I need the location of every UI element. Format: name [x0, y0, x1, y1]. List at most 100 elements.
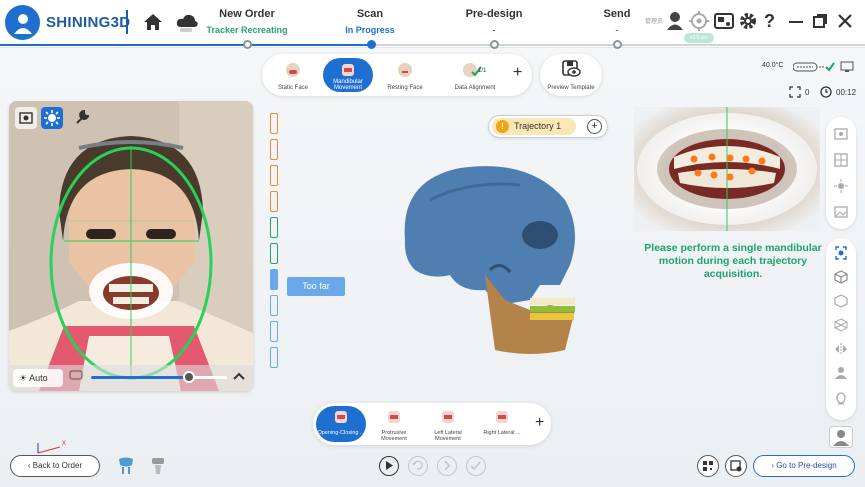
go-to-pre-design-button[interactable]: › Go to Pre-design	[753, 455, 855, 477]
intraoral-camera-view	[634, 107, 820, 231]
calibration-icon[interactable]	[689, 11, 709, 33]
step-dot-pre-design	[490, 40, 499, 49]
trajectory-selector[interactable]: ! Trajectory 1 +	[488, 115, 608, 138]
timer: 00:12	[836, 88, 857, 97]
wrench-icon[interactable]	[71, 107, 93, 129]
step-new-order[interactable]: New Order Tracker Recreating	[192, 8, 302, 35]
confirm-button[interactable]	[466, 456, 486, 476]
add-trajectory-button[interactable]: +	[587, 119, 602, 134]
alignment-count: 1/1	[478, 68, 487, 74]
gear-icon[interactable]	[738, 11, 758, 33]
mirror-icon[interactable]	[834, 342, 848, 356]
step-scan[interactable]: Scan In Progress	[315, 8, 425, 35]
exposure-slider[interactable]	[91, 371, 227, 383]
motion-left-lateral[interactable]: Left Lateral Movement	[423, 406, 473, 442]
preview-icon	[562, 60, 581, 77]
preview-label: Preview Template	[547, 85, 595, 91]
camera-view: ☀ Auto	[9, 101, 253, 391]
mesh-icon[interactable]	[834, 318, 848, 332]
step-status: -	[615, 25, 619, 35]
settings-grid-button[interactable]	[725, 455, 747, 477]
avatar[interactable]	[829, 426, 853, 448]
step-status: Tracker Recreating	[206, 25, 288, 35]
version-badge: v3.0.xxx	[684, 33, 714, 43]
tool-mandibular-movement[interactable]: Mandibular Movement	[323, 58, 373, 92]
mouth-camera-image	[634, 107, 820, 231]
warning-icon: !	[496, 120, 509, 133]
snapshot-button[interactable]	[15, 107, 37, 129]
location-icon[interactable]	[834, 392, 848, 406]
light-icon[interactable]	[834, 179, 848, 193]
distance-bar	[270, 243, 278, 264]
scan-mode-toolbar: Static Face Mandibular Movement Resting …	[262, 54, 532, 96]
tool-static-face[interactable]: Static Face	[268, 58, 318, 92]
trajectory-label: Trajectory 1	[514, 121, 562, 131]
next-label: Go to Pre-design	[776, 461, 837, 470]
motion-protrusive[interactable]: Protrusive Movement	[369, 406, 419, 442]
tool-resting-face[interactable]: Resting Face	[380, 58, 430, 92]
exposure-slider-fill	[91, 376, 189, 379]
right-toolbar-top	[826, 117, 856, 229]
brand-name: SHINING3D	[46, 14, 131, 31]
distance-bar	[270, 191, 278, 212]
help-icon[interactable]: ?	[764, 11, 775, 33]
play-button[interactable]	[379, 456, 399, 476]
distance-bar	[270, 165, 278, 186]
axis-x-label: X	[62, 441, 67, 447]
restore-icon[interactable]	[812, 11, 828, 33]
temperature-readout: 40.0°C	[762, 62, 784, 69]
distance-bar	[270, 269, 278, 290]
image-icon[interactable]	[834, 205, 848, 219]
capture-count-icon	[789, 86, 801, 101]
add-motion-button[interactable]: +	[535, 414, 544, 432]
auto-exposure-button[interactable]: ☀ Auto	[13, 369, 63, 387]
tooth-scan-icon[interactable]	[117, 456, 135, 479]
clock-icon	[820, 86, 832, 101]
logo-divider	[126, 10, 128, 34]
brightness-button[interactable]	[41, 107, 63, 129]
motion-right-lateral[interactable]: Right Lateral ...	[477, 406, 527, 442]
preview-template-button[interactable]: Preview Template	[540, 54, 602, 96]
distance-bar	[270, 217, 278, 238]
step-title: Pre-design	[465, 8, 523, 20]
distance-hint: Too far	[287, 277, 345, 296]
step-pre-design[interactable]: Pre-design -	[439, 8, 549, 35]
trajectory-tab-1[interactable]: ! Trajectory 1	[492, 118, 576, 135]
add-tool-button[interactable]: +	[513, 64, 522, 82]
home-icon[interactable]	[142, 11, 164, 33]
progress-fill	[0, 44, 372, 46]
capture-count: 0	[805, 88, 810, 97]
step-status: In Progress	[345, 25, 395, 35]
tool-data-alignment[interactable]: Data Alignment	[445, 58, 505, 92]
cube-icon[interactable]	[834, 270, 848, 284]
scan-head-icon[interactable]	[834, 246, 848, 260]
motion-label: Right Lateral ...	[483, 430, 521, 436]
face-camera-image	[9, 101, 253, 391]
qr-code-button[interactable]	[697, 455, 719, 477]
step-title: New Order	[219, 8, 275, 20]
skull-model[interactable]	[390, 160, 590, 360]
screen-record-icon[interactable]	[714, 11, 734, 33]
exposure-slider-handle[interactable]	[182, 371, 195, 383]
chevron-up-icon[interactable]	[233, 371, 245, 384]
tool-label: Resting Face	[387, 85, 423, 91]
motion-opening-closing[interactable]: Opening-Closing ...	[316, 406, 366, 442]
distance-bar	[270, 113, 278, 134]
face-view-icon[interactable]	[834, 127, 848, 141]
user-icon[interactable]	[666, 11, 684, 33]
grid-settings-icon	[730, 460, 742, 472]
motion-label: Left Lateral Movement	[434, 430, 462, 442]
right-toolbar-bottom	[826, 238, 856, 420]
cube-outline-icon[interactable]	[834, 294, 848, 308]
minimize-icon[interactable]	[788, 11, 804, 33]
next-step-button[interactable]	[437, 456, 457, 476]
distance-bar	[270, 347, 278, 368]
step-dot-new-order	[243, 40, 252, 49]
person-icon[interactable]	[834, 366, 848, 380]
grid-view-icon[interactable]	[834, 153, 848, 167]
device-status-icon	[792, 61, 855, 76]
undo-button[interactable]	[408, 456, 428, 476]
back-to-order-button[interactable]: ‹ Back to Order	[10, 455, 100, 477]
implant-icon[interactable]	[149, 456, 167, 479]
close-icon[interactable]	[837, 11, 853, 33]
